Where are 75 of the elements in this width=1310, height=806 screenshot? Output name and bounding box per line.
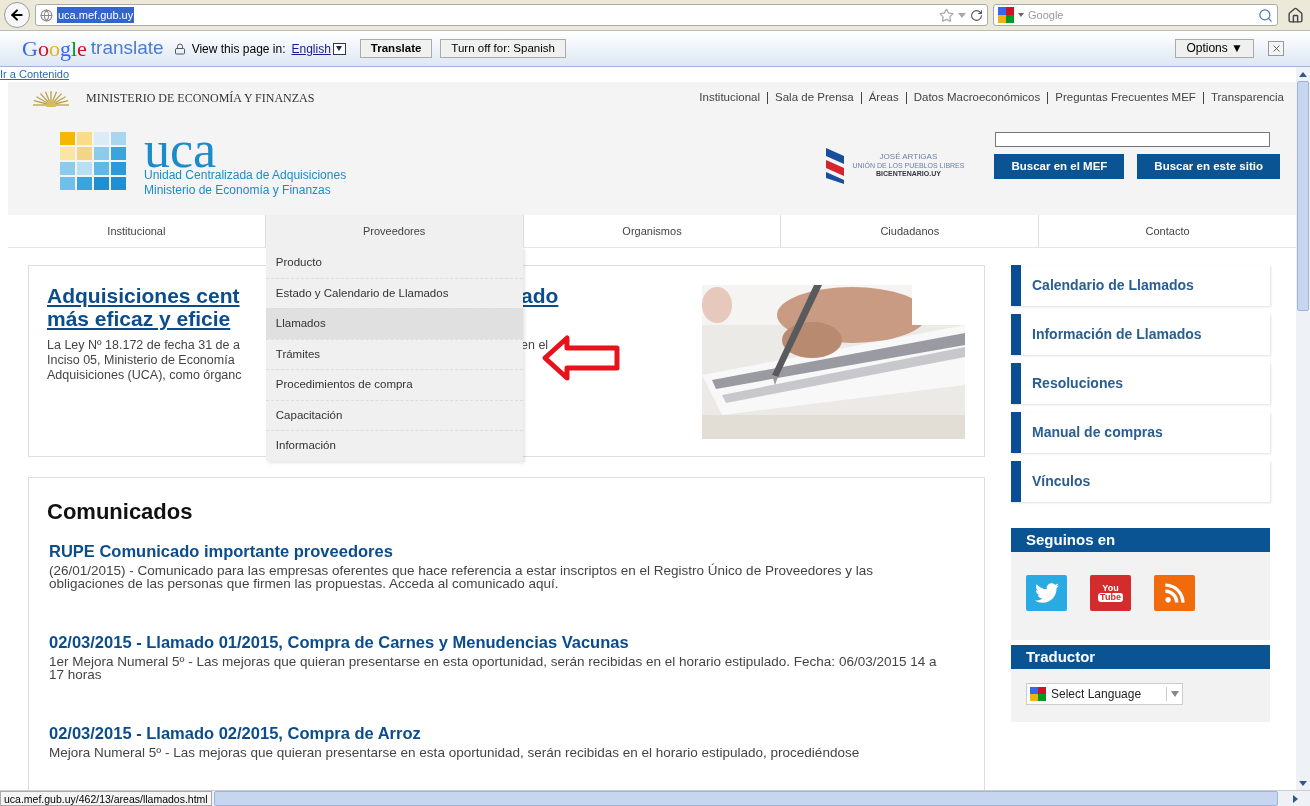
caret-icon[interactable] (1018, 13, 1024, 17)
logo-subtitle: Unidad Centralizada de Adquisiciones (144, 168, 347, 183)
youtube-icon[interactable]: You Tube (1090, 575, 1131, 611)
top-nav-link[interactable]: Sala de Prensa (775, 89, 854, 107)
top-nav-link[interactable]: Preguntas Frecuentes MEF (1055, 89, 1196, 107)
translate-logo-text: translate (90, 36, 164, 61)
options-button[interactable]: Options ▼ (1175, 39, 1254, 58)
ministry-name: MINISTERIO DE ECONOMÍA Y FINANZAS (86, 90, 315, 107)
google-logo: Google (22, 37, 87, 60)
logo-title: JOSÉ ARTIGAS (879, 153, 938, 161)
language-select[interactable]: Select Language (1026, 683, 1183, 705)
translate-button[interactable]: Translate (359, 39, 433, 58)
language-link[interactable]: English (291, 39, 331, 58)
language-dropdown-icon[interactable] (332, 42, 346, 55)
sidebar-link[interactable]: Información de Llamados (1011, 314, 1270, 355)
headline-link[interactable]: más eficaz y eficie (47, 307, 265, 330)
view-page-label: View this page in: (191, 40, 286, 58)
search-icon[interactable] (1258, 7, 1273, 23)
globe-icon (40, 8, 53, 22)
close-button[interactable] (1268, 41, 1284, 56)
logo-grid-icon (60, 132, 126, 190)
twitter-icon[interactable] (1026, 575, 1067, 611)
panel-heading: Seguinos en (1011, 528, 1270, 552)
news-summary: (26/01/2015) - Comunicado para las empresas oferentes que hace referencia a estar inscriptos en el Registro Único de Proveedores y las obligaciones de las personas que firmen las propuestas. Acceda al comunicado aquí. (49, 564, 874, 590)
top-nav-link[interactable]: Transparencia (1210, 89, 1284, 107)
headline-link[interactable]: ado (521, 284, 559, 307)
vertical-scrollbar[interactable] (1296, 67, 1310, 790)
top-nav-link[interactable]: Áreas (868, 89, 899, 107)
search-button[interactable]: Buscar en este sitio (1137, 154, 1280, 179)
news-title-link[interactable]: RUPE Comunicado importante proveedores (49, 540, 944, 562)
intro-text: La Ley Nº 18.172 de fecha 31 de a (47, 338, 241, 353)
lock-icon (173, 42, 186, 55)
address-bar[interactable]: uca.mef.gub.uy (35, 4, 988, 26)
reload-icon[interactable] (970, 8, 983, 22)
dropdown-caret-icon[interactable] (958, 12, 966, 18)
sidebar-link[interactable]: Vínculos (1011, 461, 1270, 502)
close-icon (1270, 43, 1282, 54)
horizontal-scrollbar[interactable] (213, 791, 1278, 806)
ribbon-logo-icon (824, 146, 847, 184)
menu-item[interactable]: Capacitación (265, 399, 523, 430)
status-url: uca.mef.gub.uy/462/13/areas/llamados.html (0, 791, 212, 806)
site-search-field[interactable] (995, 132, 1271, 147)
news-title-link[interactable]: 02/03/2015 - Llamado 02/2015, Compra de Arroz (49, 722, 944, 744)
bookmark-star-icon[interactable] (939, 7, 954, 23)
sidebar-link[interactable]: Calendario de Llamados (1011, 265, 1270, 306)
search-button[interactable]: Buscar en el MEF (994, 154, 1125, 179)
sun-emblem-icon (30, 89, 72, 107)
menu-item[interactable]: Procedimientos de compra (265, 369, 523, 400)
headline-link[interactable]: Adquisiciones cent (47, 284, 265, 307)
news-summary: Mejora Numeral 5º - Las mejoras que quieran presentarse en esta oportunidad, serán recibidas en el horario estipulado, procediéndose (49, 746, 861, 759)
url-text: uca.mef.gub.uy (57, 6, 135, 24)
news-title-link[interactable]: 02/03/2015 - Llamado 01/2015, Compra de Carnes y Menudencias Vacunas (49, 631, 944, 653)
menu-item[interactable]: Producto (265, 247, 523, 278)
top-nav-link[interactable]: Datos Macroeconómicos (913, 89, 1041, 107)
home-icon[interactable] (1287, 6, 1304, 24)
search-box[interactable]: Google (993, 4, 1278, 26)
search-engine-icon[interactable] (998, 7, 1014, 23)
section-heading: Comunicados (47, 498, 194, 526)
intro-text: Inciso 05, Ministerio de Economía (47, 353, 236, 368)
translate-icon (1030, 687, 1046, 701)
top-nav-link[interactable]: Institucional (699, 89, 761, 107)
intro-text: Adquisiciones (UCA), como órganc (47, 368, 243, 383)
panel-heading: Traductor (1011, 645, 1270, 669)
news-summary: 1er Mejora Numeral 5º - Las mejoras que quieran presentarse en esta oportunidad, serán recibidas en el horario estipulado. Fecha: 06/03/2015 14 a 17 horas (49, 655, 938, 681)
back-button[interactable] (4, 2, 30, 28)
menu-item[interactable]: Trámites (265, 338, 523, 369)
logo-subtitle: Ministerio de Economía y Finanzas (144, 183, 332, 198)
turn-off-button[interactable]: Turn off for: Spanish (440, 39, 566, 58)
menu-item[interactable]: Llamados (265, 308, 523, 339)
search-input[interactable]: Google (1028, 6, 1254, 24)
skip-link[interactable]: Ir a Contenido (0, 69, 70, 80)
menu-item[interactable]: Información (265, 430, 523, 461)
rss-icon[interactable] (1154, 575, 1195, 611)
sidebar-link[interactable]: Manual de compras (1011, 412, 1270, 453)
sidebar-link[interactable]: Resoluciones (1011, 363, 1270, 404)
